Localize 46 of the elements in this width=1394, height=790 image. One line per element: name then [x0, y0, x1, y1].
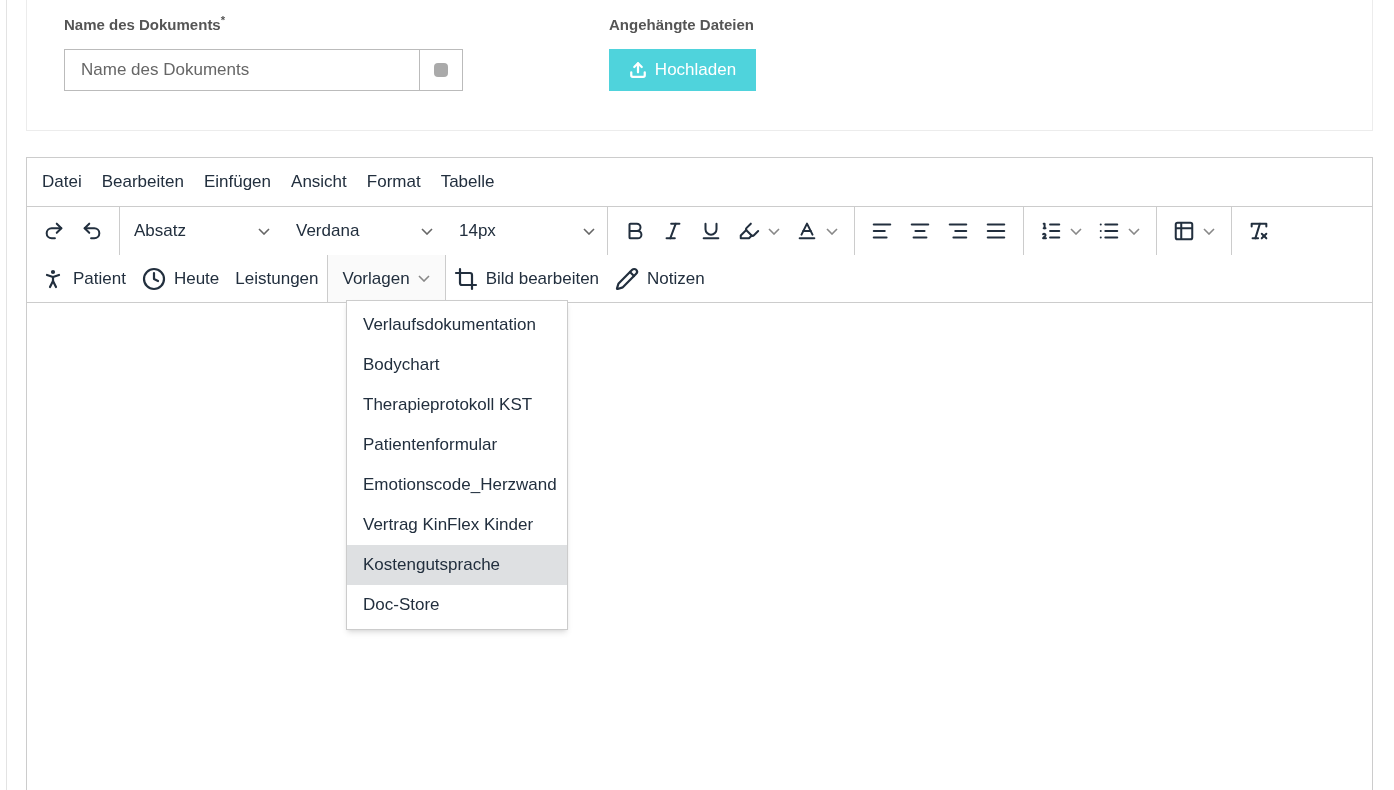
menu-item[interactable]: Bearbeiten: [91, 169, 194, 195]
menu-item[interactable]: Tabelle: [430, 169, 505, 195]
caret-icon: [417, 275, 430, 282]
caret-icon: [826, 227, 838, 235]
document-name-field[interactable]: Name des Dokuments: [64, 48, 420, 91]
crop-icon: [453, 266, 478, 291]
underline-icon: [700, 220, 722, 242]
services-button[interactable]: Leistungen: [227, 265, 327, 292]
menu-item[interactable]: Ansicht: [281, 169, 357, 195]
pencil-icon: [615, 266, 640, 291]
field-label: Name des Dokuments$^{*}$: [64, 14, 227, 35]
field-label: Angehängte Dateien: [609, 15, 756, 35]
highlight-icon: [738, 220, 760, 242]
edit-image-button[interactable]: Bild bearbeiten: [445, 265, 608, 292]
today-button[interactable]: Heute: [133, 265, 228, 292]
dropdown-item[interactable]: Verlaufsdokumentation: [347, 305, 567, 345]
caret-icon: [1070, 227, 1082, 235]
patient-button[interactable]: Patient: [33, 265, 134, 292]
caret-icon: [258, 227, 270, 235]
templates-menu-button[interactable]: Vorlagen: [327, 255, 445, 302]
clear-formatting-icon: [1248, 220, 1270, 242]
undo-icon: [81, 220, 103, 242]
numbered-list-icon: [1040, 220, 1062, 242]
style-select[interactable]: Absatz: [120, 218, 282, 244]
dropdown-item[interactable]: Doc-Store: [347, 585, 567, 625]
upload-icon: [628, 60, 647, 79]
dropdown-item[interactable]: Emotionscode_Herzwand: [347, 465, 567, 505]
dropdown-item[interactable]: Vertrag KinFlex Kinder: [347, 505, 567, 545]
caret-icon: [583, 227, 595, 235]
text-color-icon: [796, 220, 818, 242]
menu-item[interactable]: Datei: [32, 169, 92, 195]
caret-icon: [1203, 227, 1215, 235]
menu-item[interactable]: Einfügen: [193, 169, 282, 195]
menu-item[interactable]: Format: [356, 169, 431, 195]
dropdown-item[interactable]: Therapieprotokoll KST: [347, 385, 567, 425]
notes-button[interactable]: Notizen: [607, 265, 713, 292]
caret-icon: [768, 227, 780, 235]
caret-icon: [1128, 227, 1140, 235]
dropdown-item[interactable]: Kostengutsprache: [347, 545, 567, 585]
caret-icon: [421, 227, 433, 235]
redo-icon: [43, 220, 65, 242]
dropdown-item[interactable]: Bodychart: [347, 345, 567, 385]
style-select[interactable]: Verdana: [282, 218, 445, 244]
dropdown-item[interactable]: Patientenformular: [347, 425, 567, 465]
style-select[interactable]: 14px: [445, 218, 607, 244]
table-icon: [1173, 220, 1195, 242]
